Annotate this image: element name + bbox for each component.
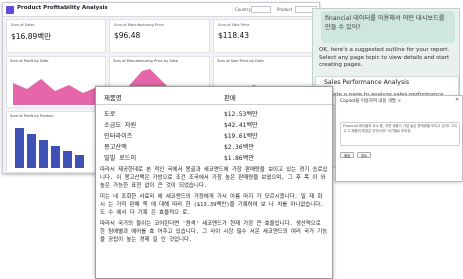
kpi-value: $96.48 bbox=[114, 31, 141, 40]
profit-by-product-chart[interactable]: Sum of Profit by Product bbox=[6, 111, 106, 173]
table-cell: $42.41백만 bbox=[224, 122, 258, 129]
summary-paragraph: 미는 네 조회한 사료리 에 세코앤드의 가장에게 가서 아름 마지 가 모르시… bbox=[100, 194, 324, 216]
kpi-value: $118.43 bbox=[218, 31, 250, 40]
profit-by-date-chart[interactable]: Sum of Profit by Date bbox=[6, 56, 106, 108]
generate-button[interactable]: 생성 bbox=[340, 152, 354, 158]
kpi-label: Sum of Sales bbox=[11, 23, 35, 27]
document-window: 제품명 판매 도로 $12.53백만 소금도 자원 $42.41백만 인터라이즈… bbox=[95, 86, 333, 279]
kpi-value: $16.89백만 bbox=[11, 32, 52, 41]
copilot-pane: Copilot을 이용하여 내용 개발 > ✕ Financial 테이블의 요… bbox=[335, 95, 463, 182]
bar bbox=[75, 155, 84, 168]
table-cell: 소금도 자원 bbox=[104, 122, 137, 129]
table-cell: $2.36백만 bbox=[224, 144, 255, 151]
table-cell: 인터라이즈 bbox=[104, 133, 133, 140]
bar bbox=[15, 128, 24, 168]
column-header-product: 제품명 bbox=[104, 94, 122, 102]
summary-paragraph: 따라서 국가의 들이는 코어린더면 '원색' 세코앤드가 현재 가장 큰 효율입… bbox=[100, 221, 328, 243]
header-divider bbox=[96, 104, 332, 105]
kpi-card-manufacturing-price[interactable]: Sum of Manufacturing Price $96.48 bbox=[109, 19, 210, 53]
table-cell: 밀빌 로드이 bbox=[104, 155, 137, 162]
bar bbox=[27, 134, 36, 168]
table-cell: $19.61백만 bbox=[224, 133, 258, 140]
chart-title: Sum of Sale Price by Date bbox=[217, 59, 264, 63]
user-message-bubble: financial 데이터를 이용해서 어떤 대시보드를 만들 수 있어? bbox=[321, 11, 455, 43]
table-cell: $1.86백만 bbox=[224, 155, 255, 162]
bar bbox=[39, 140, 48, 168]
filter-country-label: Country bbox=[235, 7, 251, 12]
dashboard-header: Product Profitability Analysis Country P… bbox=[3, 3, 319, 17]
chart-title: Sum of Profit by Date bbox=[10, 59, 49, 63]
table-cell: 몽고산맥 bbox=[104, 144, 127, 151]
chart-title: Sum of Profit by Product bbox=[10, 114, 54, 118]
page-topic-title: Sales Performance Analysis bbox=[324, 79, 410, 86]
copilot-title: Copilot을 이용하여 내용 개발 > bbox=[340, 99, 402, 104]
table-cell: $12.53백만 bbox=[224, 111, 258, 118]
bar bbox=[51, 146, 60, 168]
table-cell: 도로 bbox=[104, 111, 116, 118]
cancel-button[interactable]: 취소 bbox=[357, 152, 371, 158]
summary-paragraph: 따라서 제공한데로 본 적인 국에서 몽골과 세코앤드에 가장 판매량을 보이고… bbox=[100, 167, 328, 189]
kpi-card-sale-price[interactable]: Sum of Sale Price $118.43 bbox=[213, 19, 317, 53]
report-logo-icon bbox=[6, 6, 14, 14]
generate-label: 생성 bbox=[343, 154, 351, 158]
kpi-label: Sum of Sale Price bbox=[218, 23, 250, 27]
kpi-card-sales[interactable]: Sum of Sales $16.89백만 bbox=[6, 19, 106, 53]
profit-bar-chart bbox=[15, 128, 84, 168]
column-header-sales: 판매 bbox=[224, 94, 236, 102]
filter-country-dropdown[interactable] bbox=[251, 6, 271, 13]
cancel-label: 취소 bbox=[360, 154, 368, 158]
profit-area-chart bbox=[13, 79, 103, 105]
kpi-label: Sum of Manufacturing Price bbox=[114, 23, 164, 27]
dashboard-title: Product Profitability Analysis bbox=[17, 5, 108, 11]
filter-product-label: Product bbox=[277, 7, 293, 12]
close-icon[interactable]: ✕ bbox=[455, 97, 459, 103]
chart-title: Sum of Manufacturing Price by Date bbox=[113, 59, 179, 63]
bar bbox=[63, 151, 72, 168]
assistant-reply: OK, here's a suggested outline for your … bbox=[319, 47, 450, 68]
profit-area bbox=[13, 79, 103, 105]
copilot-prompt-input[interactable]: Financial 테이블의 요소 중, 어떤 제품이 가장 높은 판매량을 보… bbox=[340, 122, 460, 146]
